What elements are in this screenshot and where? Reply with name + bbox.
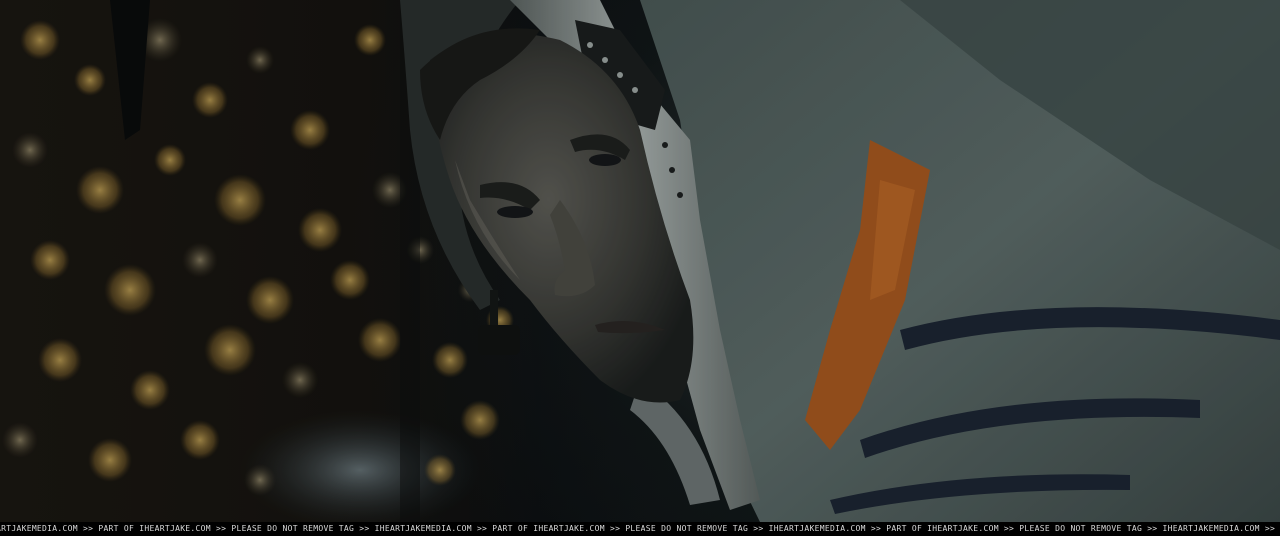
movie-still: ARTJAKEMEDIA.COM >> PART OF IHEARTJAKE.C… [0,0,1280,536]
astronaut-scene [0,0,1280,522]
watermark-strip: ARTJAKEMEDIA.COM >> PART OF IHEARTJAKE.C… [0,522,1280,536]
scene-illustration [0,0,1280,522]
watermark-text: ARTJAKEMEDIA.COM >> PART OF IHEARTJAKE.C… [0,524,1280,533]
